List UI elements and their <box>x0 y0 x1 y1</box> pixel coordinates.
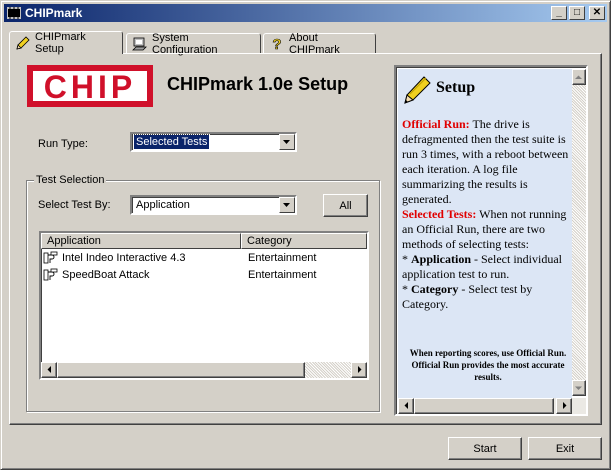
tab-label: System Configuration <box>152 31 218 56</box>
test-icon <box>43 251 59 265</box>
scroll-right-button[interactable] <box>556 398 572 414</box>
category-cell: Entertainment <box>248 269 317 281</box>
category-cell: Entertainment <box>248 252 317 264</box>
title-bar[interactable]: CHIPmark _ □ ✕ <box>4 4 607 22</box>
select-test-by-label: Select Test By: <box>38 199 111 211</box>
arrow-right-icon <box>357 366 361 373</box>
arrow-left-icon <box>404 402 408 409</box>
group-label: Test Selection <box>34 174 107 186</box>
dropdown-button[interactable] <box>279 134 295 150</box>
scroll-left-button[interactable] <box>398 398 414 414</box>
help-pane[interactable]: Setup Official Run: The drive is defragm… <box>394 65 588 416</box>
help-content: Setup Official Run: The drive is defragm… <box>398 69 572 398</box>
close-button[interactable]: ✕ <box>589 6 605 20</box>
computer-icon <box>132 36 148 52</box>
scroll-down-button[interactable] <box>572 380 586 396</box>
app-icon <box>6 6 22 20</box>
help-note: When reporting scores, use Official Run.… <box>409 348 567 382</box>
scroll-left-button[interactable] <box>41 362 57 378</box>
all-button[interactable]: All <box>323 194 368 217</box>
bullet-prefix: * <box>402 252 411 266</box>
horizontal-scrollbar[interactable] <box>41 362 367 378</box>
chevron-down-icon <box>283 202 290 207</box>
scroll-thumb[interactable] <box>57 362 305 378</box>
column-header-application[interactable]: Application <box>41 233 241 249</box>
chip-logo: CHIP <box>27 65 153 107</box>
scroll-thumb[interactable] <box>414 398 554 414</box>
start-button[interactable]: Start <box>448 437 522 460</box>
bullet-application-label: Application <box>411 252 472 266</box>
run-type-value: Selected Tests <box>132 134 211 150</box>
list-item[interactable]: Intel Indeo Interactive 4.3 Entertainmen… <box>43 250 363 266</box>
tab-chipmark-setup[interactable]: CHIPmark Setup <box>9 31 123 55</box>
tab-system-configuration[interactable]: System Configuration <box>126 31 261 56</box>
tab-label: CHIPmark Setup <box>35 31 86 55</box>
bullet-category-label: Category <box>411 282 459 296</box>
tab-about-chipmark[interactable]: ? About CHIPmark <box>263 31 376 56</box>
column-header-category[interactable]: Category <box>241 233 367 249</box>
arrow-left-icon <box>47 366 51 373</box>
select-test-by-select[interactable]: Application <box>130 195 297 215</box>
vertical-scrollbar[interactable] <box>572 69 586 396</box>
help-title: Setup <box>436 79 476 96</box>
maximize-button[interactable]: □ <box>569 6 585 20</box>
exit-button[interactable]: Exit <box>528 437 602 460</box>
tab-label: About CHIPmark <box>289 31 340 56</box>
dropdown-button[interactable] <box>279 197 295 213</box>
scroll-right-button[interactable] <box>351 362 367 378</box>
application-cell: Intel Indeo Interactive 4.3 <box>62 252 186 264</box>
run-type-label: Run Type: <box>38 138 88 150</box>
scroll-track[interactable] <box>305 362 351 378</box>
official-run-label: Official Run: <box>402 117 470 131</box>
horizontal-scrollbar[interactable] <box>398 398 586 414</box>
selected-tests-label: Selected Tests: <box>402 207 477 221</box>
scroll-up-button[interactable] <box>572 69 586 85</box>
test-icon <box>43 268 59 282</box>
test-list[interactable]: Application Category Intel Indeo Interac… <box>39 231 369 380</box>
svg-text:?: ? <box>272 36 281 52</box>
arrow-up-icon <box>575 75 582 79</box>
select-test-by-value: Application <box>136 199 190 211</box>
minimize-button[interactable]: _ <box>551 6 567 20</box>
application-cell: SpeedBoat Attack <box>62 269 150 281</box>
question-icon: ? <box>269 36 285 52</box>
chipmark-window: CHIPmark _ □ ✕ CHIPmark Setup System Con… <box>0 0 611 470</box>
arrow-down-icon <box>575 386 582 390</box>
bullet-prefix: * <box>402 282 411 296</box>
pencil-icon <box>402 73 432 108</box>
chevron-down-icon <box>283 139 290 144</box>
tab-strip: CHIPmark Setup System Configuration ? Ab… <box>9 31 609 56</box>
arrow-right-icon <box>562 402 566 409</box>
logo-text: CHIP <box>44 69 136 103</box>
window-title: CHIPmark <box>25 6 83 20</box>
run-type-select[interactable]: Selected Tests <box>130 132 297 152</box>
page-title: CHIPmark 1.0e Setup <box>167 74 349 94</box>
pencil-icon <box>15 35 31 51</box>
list-item[interactable]: SpeedBoat Attack Entertainment <box>43 267 363 283</box>
help-body: Official Run: The drive is defragmented … <box>402 117 572 312</box>
